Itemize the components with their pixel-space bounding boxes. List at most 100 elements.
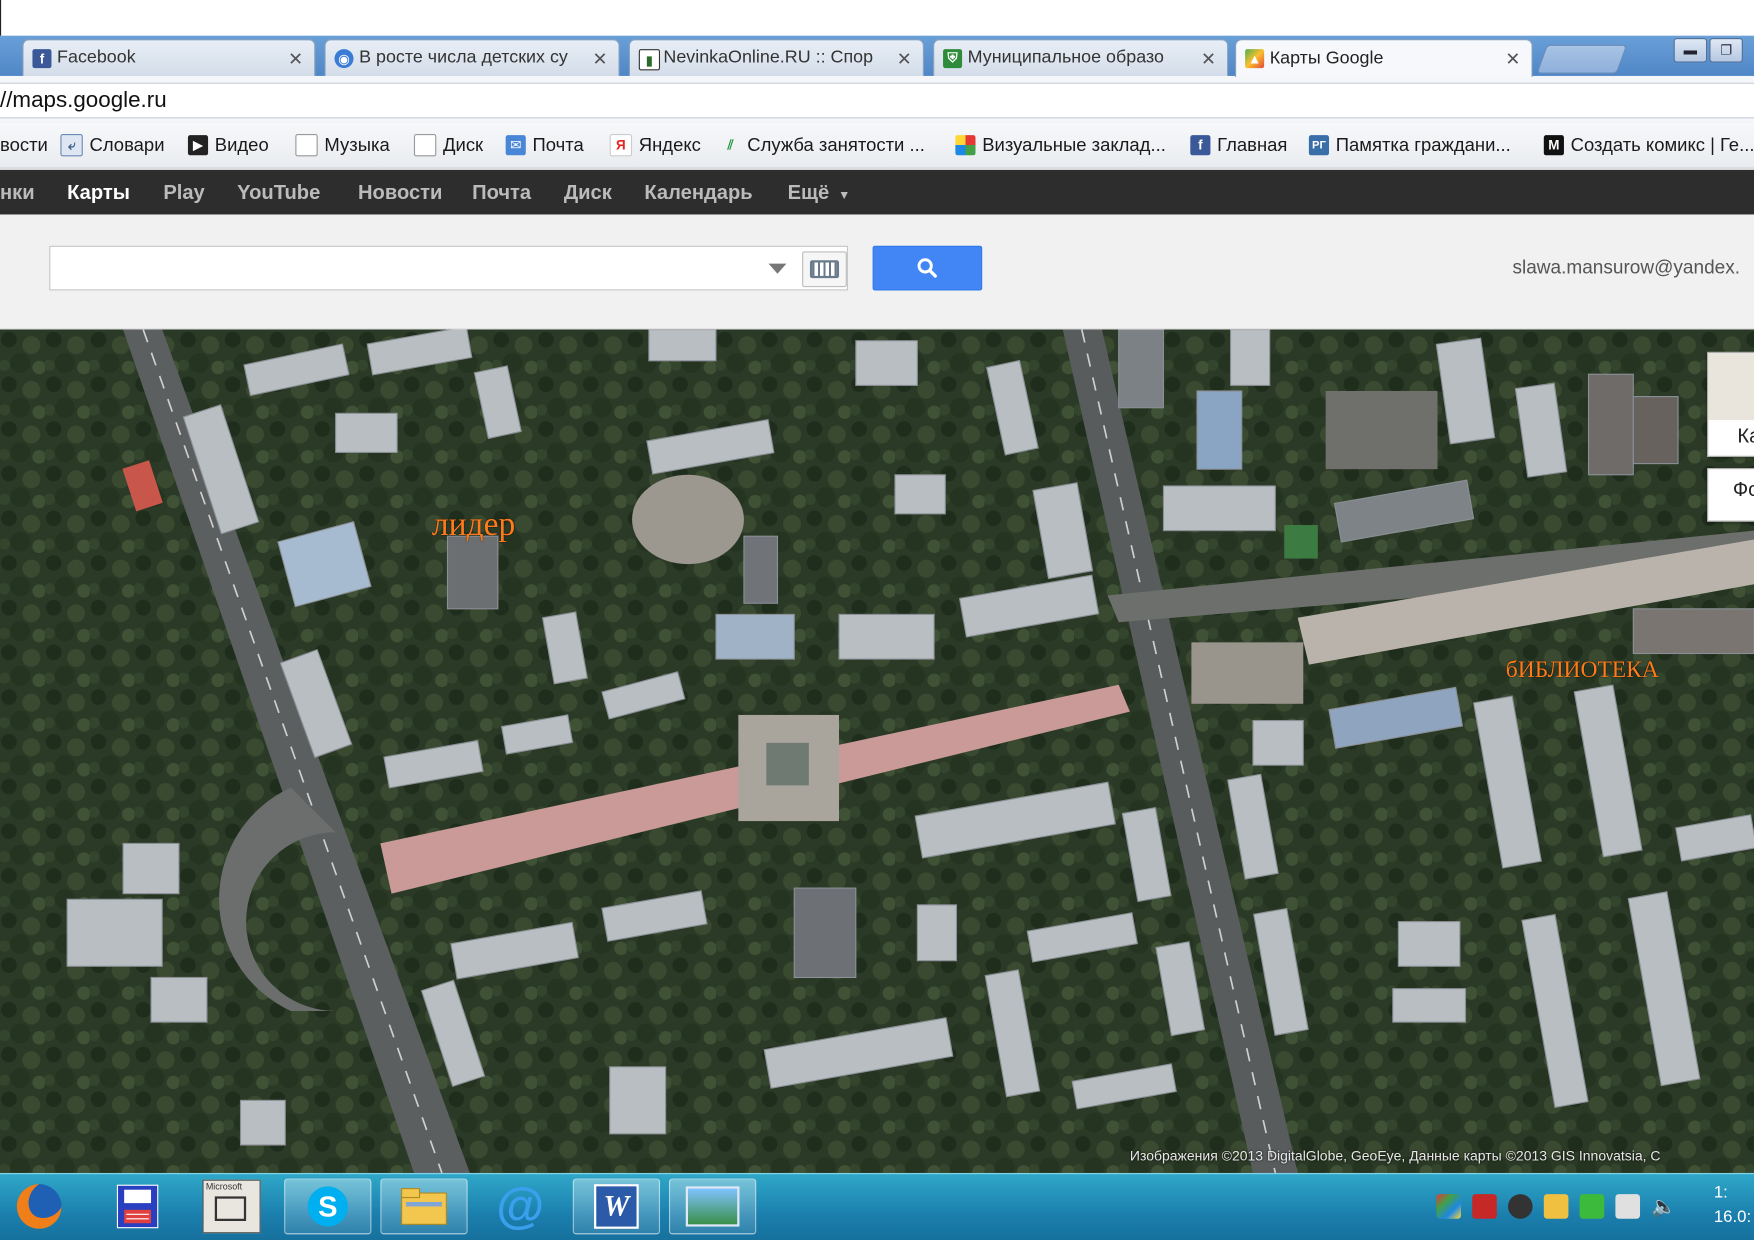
gbar-item-more[interactable]: Ещё ▼ [788, 181, 851, 204]
tab-label: Карты Google [1269, 48, 1384, 68]
facebook-icon: f [1190, 135, 1211, 156]
map-label-lider: лидер [431, 506, 516, 543]
tab-facebook[interactable]: f Facebook ✕ [22, 39, 316, 76]
minimize-button[interactable]: ▬ [1673, 37, 1708, 63]
keyboard-icon [809, 260, 840, 279]
tab-municipal[interactable]: ⛨ Муниципальное образо ✕ [932, 39, 1229, 76]
bookmark-yandex[interactable]: Я Яндекс [609, 133, 701, 158]
url-field[interactable]: //maps.google.ru [0, 82, 1754, 119]
bookmark-music[interactable]: Музыка [295, 133, 390, 158]
firefox-icon [16, 1184, 62, 1229]
bookmark-label: Визуальные заклад... [982, 134, 1166, 155]
microsoft-clip-button[interactable]: Microsoft [188, 1179, 275, 1235]
user-account[interactable]: slawa.mansurow@yandex. [1512, 257, 1740, 279]
satellite-imagery [0, 329, 1754, 1173]
bookmark-label: Словари [89, 134, 165, 155]
system-clock[interactable]: 1: 16.0: [1714, 1181, 1751, 1230]
save-app-button[interactable] [94, 1179, 181, 1235]
volume-icon[interactable]: 🔈 [1651, 1194, 1676, 1219]
gbar-item-mail[interactable]: Почта [472, 181, 531, 204]
google-nav-bar: нки Карты Play YouTube Новости Почта Дис… [0, 169, 1754, 215]
windows-flag-icon[interactable] [1436, 1194, 1462, 1219]
map-type-photo-button[interactable]: Фо [1707, 468, 1754, 522]
tab-news-article[interactable]: ◉ В росте числа детских су ✕ [324, 39, 620, 76]
employment-icon: ⫽ [727, 136, 734, 153]
close-icon[interactable]: ✕ [1201, 48, 1216, 70]
gbar-item-news[interactable]: Новости [358, 181, 442, 204]
maximize-button[interactable]: ❐ [1709, 37, 1743, 63]
bookmark-label: Музыка [324, 134, 390, 155]
close-icon[interactable]: ✕ [288, 48, 303, 70]
bookmark-comic[interactable]: M Создать комикс | Ге... [1543, 133, 1754, 158]
tab-strip: f Facebook ✕ ◉ В росте числа детских су … [0, 35, 1754, 78]
bookmark-label: Яндекс [638, 134, 701, 155]
picture-viewer-button[interactable] [668, 1178, 757, 1235]
gbar-item-youtube[interactable]: YouTube [237, 181, 320, 204]
keyboard-button[interactable] [802, 251, 847, 288]
gbar-item-maps[interactable]: Карты [67, 181, 130, 204]
bookmark-label: Служба занятости ... [747, 134, 925, 155]
taskbar: Microsoft S @ W 🔈 1: 16.0: [0, 1172, 1754, 1240]
clock-date: 16.0: [1713, 1207, 1752, 1227]
word-button[interactable]: W [572, 1178, 661, 1235]
skype-button[interactable]: S [284, 1178, 372, 1235]
search-icon [917, 258, 937, 278]
bookmark-label: Видео [214, 134, 269, 155]
search-input[interactable] [59, 253, 758, 285]
bookmark-label: Главная [1217, 134, 1288, 155]
bookmark-mail[interactable]: ✉ Почта [505, 133, 584, 158]
bookmark-employment[interactable]: ⫽ Служба занятости ... [720, 133, 925, 158]
bookmark-label: вости [0, 134, 48, 155]
bookmark-label: Создать комикс | Ге... [1570, 134, 1754, 155]
network-icon[interactable] [1615, 1194, 1641, 1219]
bookmark-news[interactable]: вости [0, 133, 48, 158]
map-label-library: бИБЛИОТЕКА [1505, 655, 1659, 683]
picture-viewer-icon [685, 1186, 740, 1227]
tab-label: Муниципальное образо [967, 48, 1164, 68]
search-button[interactable] [872, 245, 983, 291]
acrobat-icon[interactable] [1472, 1194, 1497, 1219]
bookmark-dictionaries[interactable]: ⤶ Словари [60, 133, 165, 158]
gbar-item-play[interactable]: Play [163, 181, 204, 204]
gbar-item-drive[interactable]: Диск [564, 181, 612, 204]
bookmark-visual[interactable]: Визуальные заклад... [955, 133, 1166, 158]
network-share-icon[interactable] [1543, 1194, 1569, 1219]
gbar-item-calendar[interactable]: Календарь [644, 181, 752, 204]
emblem-icon: ⛨ [943, 49, 963, 69]
gbar-more-label: Ещё [787, 180, 830, 204]
tab-label: В росте числа детских су [359, 48, 568, 68]
tab-label: NevinkaOnline.RU :: Спор [663, 48, 874, 68]
word-icon: W [594, 1184, 639, 1229]
bookmark-disk[interactable]: Диск [413, 133, 483, 158]
window-title-bar [0, 0, 1754, 37]
window-controls: ▬ ❐ [1673, 37, 1743, 63]
satellite-map[interactable]: лидер бИБЛИОТЕКА Ка Фо Изображения ©2013… [0, 329, 1754, 1173]
clock-time: 1: [1713, 1183, 1728, 1202]
new-tab-button[interactable] [1536, 44, 1628, 74]
news-icon: ▮ [638, 49, 661, 71]
firefox-button[interactable] [0, 1179, 78, 1235]
antivirus-icon[interactable] [1579, 1194, 1605, 1219]
update-icon[interactable] [1508, 1194, 1533, 1219]
bookmark-citizen-memo[interactable]: РГ Памятка граждани... [1308, 133, 1511, 158]
tab-nevinka-online[interactable]: ▮ NevinkaOnline.RU :: Спор ✕ [628, 39, 925, 76]
chevron-down-icon: ▼ [838, 188, 851, 203]
tab-google-maps[interactable]: ▲ Карты Google ✕ [1235, 39, 1533, 78]
address-bar: //maps.google.ru [0, 75, 1754, 124]
search-box [49, 245, 848, 291]
chevron-down-icon[interactable] [768, 263, 787, 274]
map-type-map-button[interactable]: Ка [1707, 351, 1754, 457]
mail-icon: ✉ [505, 135, 526, 156]
yandex-icon: Я [609, 134, 633, 157]
maps-icon: ▲ [1245, 49, 1265, 69]
bookmark-video[interactable]: ▶ Видео [187, 133, 269, 158]
close-icon[interactable]: ✕ [592, 48, 607, 70]
explorer-button[interactable] [380, 1178, 468, 1235]
gbar-item-images[interactable]: нки [0, 181, 35, 204]
microsoft-label: Microsoft [205, 1181, 243, 1192]
bookmarks-bar: вости ⤶ Словари ▶ Видео Музыка Диск ✉ По… [0, 122, 1754, 169]
bookmark-main[interactable]: f Главная [1190, 133, 1287, 158]
mail-client-button[interactable]: @ [477, 1179, 564, 1235]
close-icon[interactable]: ✕ [897, 48, 912, 70]
close-icon[interactable]: ✕ [1505, 48, 1520, 70]
